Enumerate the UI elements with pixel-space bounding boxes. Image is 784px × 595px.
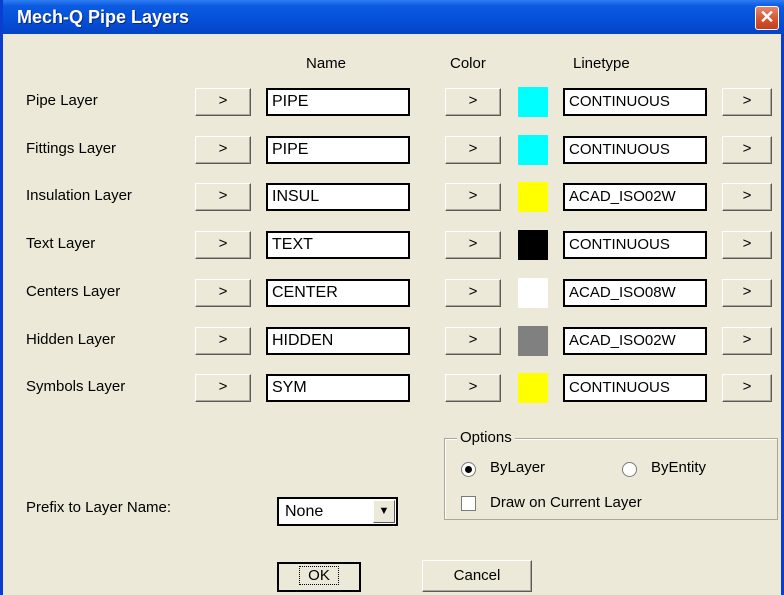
prefix-select[interactable]: None ▼ bbox=[277, 497, 398, 526]
fittings-layer-name-field[interactable]: PIPE bbox=[266, 136, 410, 164]
options-title: Options bbox=[457, 429, 515, 446]
text-layer-linetype-field[interactable]: CONTINUOUS bbox=[563, 231, 707, 259]
hidden-layer-linetype-field[interactable]: ACAD_ISO02W bbox=[563, 327, 707, 355]
insulation-layer-linetype-field[interactable]: ACAD_ISO02W bbox=[563, 183, 707, 211]
text-layer-label: Text Layer bbox=[26, 235, 96, 252]
pipe-layer-linetype-field[interactable]: CONTINUOUS bbox=[563, 88, 707, 116]
title-bar[interactable]: Mech-Q Pipe Layers bbox=[3, 0, 784, 34]
hidden-layer-name-field[interactable]: HIDDEN bbox=[266, 327, 410, 355]
pipe-layer-name-field[interactable]: PIPE bbox=[266, 88, 410, 116]
insulation-layer-name-picker-button[interactable]: > bbox=[195, 183, 251, 211]
close-button[interactable]: ✕ bbox=[755, 6, 779, 30]
centers-layer-color-picker-button[interactable]: > bbox=[445, 279, 501, 307]
symbols-layer-linetype-picker-button[interactable]: > bbox=[722, 374, 772, 402]
insulation-layer-linetype-picker-button[interactable]: > bbox=[722, 183, 772, 211]
fittings-layer-label: Fittings Layer bbox=[26, 140, 117, 157]
hidden-layer-label: Hidden Layer bbox=[26, 331, 116, 348]
centers-layer-name-field[interactable]: CENTER bbox=[266, 279, 410, 307]
hidden-layer-color-swatch bbox=[518, 326, 548, 356]
symbols-layer-linetype-field[interactable]: CONTINUOUS bbox=[563, 374, 707, 402]
fittings-layer-linetype-field[interactable]: CONTINUOUS bbox=[563, 136, 707, 164]
symbols-layer-color-picker-button[interactable]: > bbox=[445, 374, 501, 402]
pipe-layer-linetype-picker-button[interactable]: > bbox=[722, 88, 772, 116]
prefix-select-value: None bbox=[285, 503, 324, 520]
linetype-column-header: Linetype bbox=[573, 55, 630, 72]
insulation-layer-name-field[interactable]: INSUL bbox=[266, 183, 410, 211]
ok-button[interactable]: OK bbox=[277, 562, 361, 592]
dialog-title: Mech-Q Pipe Layers bbox=[17, 7, 190, 27]
byentity-radio[interactable] bbox=[622, 462, 637, 477]
prefix-label: Prefix to Layer Name: bbox=[26, 499, 172, 516]
bylayer-radio[interactable] bbox=[461, 462, 476, 477]
centers-layer-color-swatch bbox=[518, 278, 548, 308]
bylayer-label: ByLayer bbox=[490, 459, 546, 476]
hidden-layer-linetype-picker-button[interactable]: > bbox=[722, 327, 772, 355]
pipe-layer-label: Pipe Layer bbox=[26, 92, 98, 109]
cancel-button[interactable]: Cancel bbox=[422, 560, 532, 592]
text-layer-name-field[interactable]: TEXT bbox=[266, 231, 410, 259]
text-layer-color-picker-button[interactable]: > bbox=[445, 231, 501, 259]
insulation-layer-color-swatch bbox=[518, 182, 548, 212]
centers-layer-name-picker-button[interactable]: > bbox=[195, 279, 251, 307]
fittings-layer-name-picker-button[interactable]: > bbox=[195, 136, 251, 164]
fittings-layer-color-swatch bbox=[518, 135, 548, 165]
hidden-layer-name-picker-button[interactable]: > bbox=[195, 327, 251, 355]
color-column-header: Color bbox=[450, 55, 486, 72]
text-layer-color-swatch bbox=[518, 230, 548, 260]
dialog-window: Mech-Q Pipe Layers ✕ Name Color Linetype… bbox=[0, 0, 784, 595]
symbols-layer-name-picker-button[interactable]: > bbox=[195, 374, 251, 402]
draw-current-layer-label: Draw on Current Layer bbox=[490, 494, 642, 511]
centers-layer-linetype-picker-button[interactable]: > bbox=[722, 279, 772, 307]
chevron-down-icon[interactable]: ▼ bbox=[373, 500, 395, 523]
centers-layer-linetype-field[interactable]: ACAD_ISO08W bbox=[563, 279, 707, 307]
draw-current-layer-checkbox[interactable] bbox=[461, 496, 476, 511]
fittings-layer-color-picker-button[interactable]: > bbox=[445, 136, 501, 164]
insulation-layer-color-picker-button[interactable]: > bbox=[445, 183, 501, 211]
symbols-layer-color-swatch bbox=[518, 373, 548, 403]
pipe-layer-color-picker-button[interactable]: > bbox=[445, 88, 501, 116]
byentity-label: ByEntity bbox=[651, 459, 707, 476]
pipe-layer-color-swatch bbox=[518, 87, 548, 117]
fittings-layer-linetype-picker-button[interactable]: > bbox=[722, 136, 772, 164]
text-layer-name-picker-button[interactable]: > bbox=[195, 231, 251, 259]
centers-layer-label: Centers Layer bbox=[26, 283, 121, 300]
symbols-layer-name-field[interactable]: SYM bbox=[266, 374, 410, 402]
insulation-layer-label: Insulation Layer bbox=[26, 187, 132, 204]
text-layer-linetype-picker-button[interactable]: > bbox=[722, 231, 772, 259]
ok-button-label: OK bbox=[299, 566, 339, 585]
pipe-layer-name-picker-button[interactable]: > bbox=[195, 88, 251, 116]
symbols-layer-label: Symbols Layer bbox=[26, 378, 126, 395]
name-column-header: Name bbox=[306, 55, 347, 72]
hidden-layer-color-picker-button[interactable]: > bbox=[445, 327, 501, 355]
